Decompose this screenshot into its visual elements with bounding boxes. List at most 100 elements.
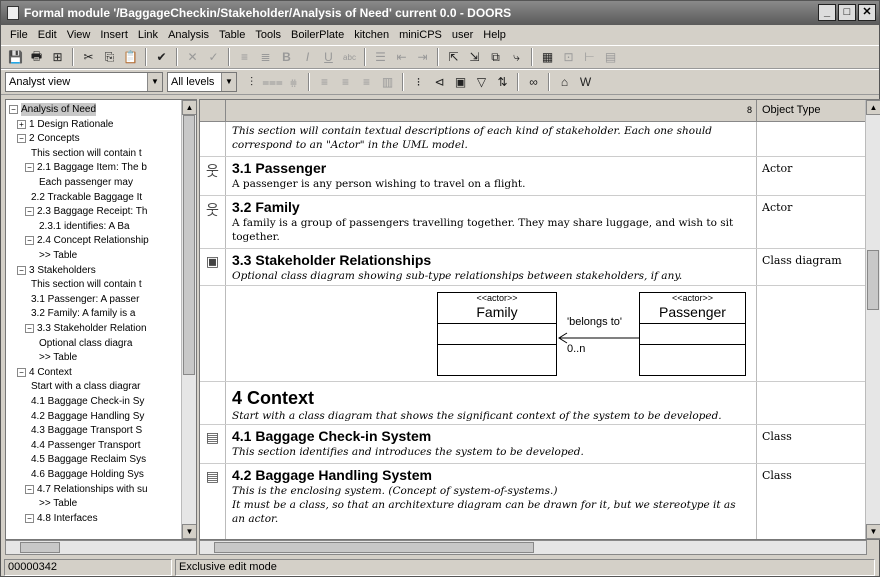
- tree-node[interactable]: 4.6 Baggage Holding Sys: [25, 468, 144, 481]
- filter-icon[interactable]: ▽: [472, 73, 491, 92]
- menu-table[interactable]: Table: [214, 29, 250, 41]
- tree-node[interactable]: This section will contain t: [25, 278, 142, 291]
- align-center-icon[interactable]: ≡: [336, 73, 355, 92]
- tree-node[interactable]: 2.2 Trackable Baggage It: [25, 191, 142, 204]
- insert-heading-icon[interactable]: ≡: [235, 48, 254, 67]
- scroll-up-icon[interactable]: ▲: [866, 100, 880, 115]
- tree-node[interactable]: −2.1 Baggage Item: The b: [25, 161, 147, 174]
- tree-node[interactable]: +1 Design Rationale: [17, 118, 114, 131]
- menu-edit[interactable]: Edit: [33, 29, 62, 41]
- cut-icon[interactable]: ✂: [79, 48, 98, 67]
- tree-node[interactable]: 4.5 Baggage Reclaim Sys: [25, 453, 146, 466]
- navigate-icon[interactable]: ⊲: [430, 73, 449, 92]
- row-type-cell[interactable]: Actor: [758, 157, 866, 195]
- collapse-icon[interactable]: −: [25, 324, 34, 333]
- print-icon[interactable]: 🖶: [27, 48, 46, 67]
- tree-node[interactable]: −4 Context: [17, 366, 72, 379]
- filter-expand-icon[interactable]: ⩶: [262, 73, 283, 92]
- row-type-cell[interactable]: Class: [758, 425, 866, 463]
- bullet-list-icon[interactable]: ☰: [371, 48, 390, 67]
- word-export-icon[interactable]: W: [576, 73, 595, 92]
- scroll-thumb[interactable]: [214, 542, 534, 553]
- tree-vertical-scrollbar[interactable]: ▲ ▼: [181, 100, 196, 539]
- properties-icon[interactable]: ⊞: [48, 48, 67, 67]
- accept-icon[interactable]: ✓: [204, 48, 223, 67]
- collapse-icon[interactable]: −: [25, 163, 34, 173]
- row-main-cell[interactable]: 4.1 Baggage Check-in System This section…: [227, 425, 757, 463]
- grid-vertical-scrollbar[interactable]: ▲ ▼: [865, 100, 880, 539]
- minimize-button[interactable]: _: [818, 4, 836, 21]
- align-right-icon[interactable]: ≡: [357, 73, 376, 92]
- class-box-family[interactable]: <<actor>> Family: [437, 292, 557, 376]
- row-type-cell[interactable]: [758, 382, 866, 424]
- row-type-cell[interactable]: Class diagram: [758, 249, 866, 285]
- menu-help[interactable]: Help: [478, 29, 511, 41]
- row-main-cell[interactable]: 3.2 Family A family is a group of passen…: [227, 196, 757, 248]
- collapse-icon[interactable]: −: [17, 367, 26, 377]
- infinity-link-icon[interactable]: ∞: [524, 73, 543, 92]
- link-follow-icon[interactable]: ⤷: [507, 48, 526, 67]
- strikethrough-icon[interactable]: abc: [340, 48, 359, 67]
- collapse-icon[interactable]: −: [9, 105, 18, 114]
- row-main-cell[interactable]: 3.1 Passenger A passenger is any person …: [227, 157, 757, 195]
- tree-node[interactable]: >> Table: [33, 497, 77, 510]
- menu-view[interactable]: View: [62, 29, 96, 41]
- link-source-icon[interactable]: ⇱: [444, 48, 463, 67]
- tree-node[interactable]: −3 Stakeholders: [17, 264, 96, 277]
- close-button[interactable]: ✕: [858, 4, 876, 21]
- tree-node[interactable]: 3.2 Family: A family is a: [25, 307, 135, 320]
- tree-node[interactable]: −2 Concepts: [17, 132, 80, 145]
- diagram-row[interactable]: <<actor>> Family <<actor>> Passenger 'be…: [200, 286, 866, 382]
- bold-icon[interactable]: B: [277, 48, 296, 67]
- header-object-type[interactable]: Object Type: [758, 100, 866, 121]
- tree-node[interactable]: This section will contain t: [25, 147, 142, 160]
- expand-icon[interactable]: +: [17, 119, 26, 129]
- tree-node[interactable]: 4.4 Passenger Transport: [25, 439, 141, 452]
- scroll-down-icon[interactable]: ▼: [182, 524, 196, 539]
- tree-node[interactable]: 4.1 Baggage Check-in Sy: [25, 395, 144, 408]
- link-target-icon[interactable]: ⇲: [465, 48, 484, 67]
- scroll-thumb[interactable]: [183, 115, 195, 375]
- module-home-icon[interactable]: ⌂: [555, 73, 574, 92]
- outdent-icon[interactable]: ⇤: [392, 48, 411, 67]
- collapse-icon[interactable]: −: [25, 207, 34, 217]
- class-box-passenger[interactable]: <<actor>> Passenger: [639, 292, 746, 376]
- row-main-cell[interactable]: 4.2 Baggage Handling System This is the …: [227, 464, 757, 539]
- spellcheck-icon[interactable]: ✔: [152, 48, 171, 67]
- tree-node[interactable]: 4.2 Baggage Handling Sy: [25, 410, 144, 423]
- grid-row[interactable]: ▤ 4.2 Baggage Handling System This is th…: [200, 464, 866, 539]
- filter-collapse-icon[interactable]: ⩷: [284, 73, 303, 92]
- scroll-down-icon[interactable]: ▼: [866, 524, 880, 539]
- tree-node[interactable]: 2.3.1 identifies: A Ba: [33, 220, 130, 233]
- italic-icon[interactable]: I: [298, 48, 317, 67]
- chevron-down-icon[interactable]: ▼: [221, 73, 236, 91]
- tree-node[interactable]: −4.8 Interfaces: [25, 512, 98, 525]
- collapse-icon[interactable]: −: [17, 134, 26, 144]
- scroll-thumb[interactable]: [20, 542, 60, 553]
- collapse-icon[interactable]: −: [25, 484, 34, 494]
- layout-icon[interactable]: ▣: [451, 73, 470, 92]
- tree-node[interactable]: − Analysis of Need: [9, 103, 97, 116]
- tree-node[interactable]: −4.7 Relationships with su: [25, 483, 148, 496]
- view-select[interactable]: Analyst view ▼: [5, 72, 163, 92]
- scroll-thumb[interactable]: [867, 250, 879, 310]
- insert-below-icon[interactable]: ≣: [256, 48, 275, 67]
- paste-icon[interactable]: 📋: [121, 48, 140, 67]
- save-icon[interactable]: 💾: [6, 48, 25, 67]
- collapse-icon[interactable]: −: [17, 265, 26, 275]
- tree-node[interactable]: >> Table: [33, 351, 77, 364]
- align-justify-icon[interactable]: ▥: [378, 73, 397, 92]
- menu-minicps[interactable]: miniCPS: [394, 29, 447, 41]
- collapse-icon[interactable]: −: [25, 236, 34, 246]
- row-main-cell[interactable]: 3.3 Stakeholder Relationships Optional c…: [227, 249, 757, 285]
- underline-icon[interactable]: U: [319, 48, 338, 67]
- row-main-cell[interactable]: This section will contain textual descri…: [227, 122, 757, 156]
- table-row-icon[interactable]: ⊢: [580, 48, 599, 67]
- tree-horizontal-scrollbar[interactable]: [5, 540, 197, 555]
- scroll-up-icon[interactable]: ▲: [182, 100, 196, 115]
- row-type-cell[interactable]: Class: [758, 464, 866, 539]
- indent-icon[interactable]: ⇥: [413, 48, 432, 67]
- copy-icon[interactable]: ⎘: [100, 48, 119, 67]
- menu-link[interactable]: Link: [133, 29, 163, 41]
- grid-row[interactable]: ▣ 3.3 Stakeholder Relationships Optional…: [200, 249, 866, 286]
